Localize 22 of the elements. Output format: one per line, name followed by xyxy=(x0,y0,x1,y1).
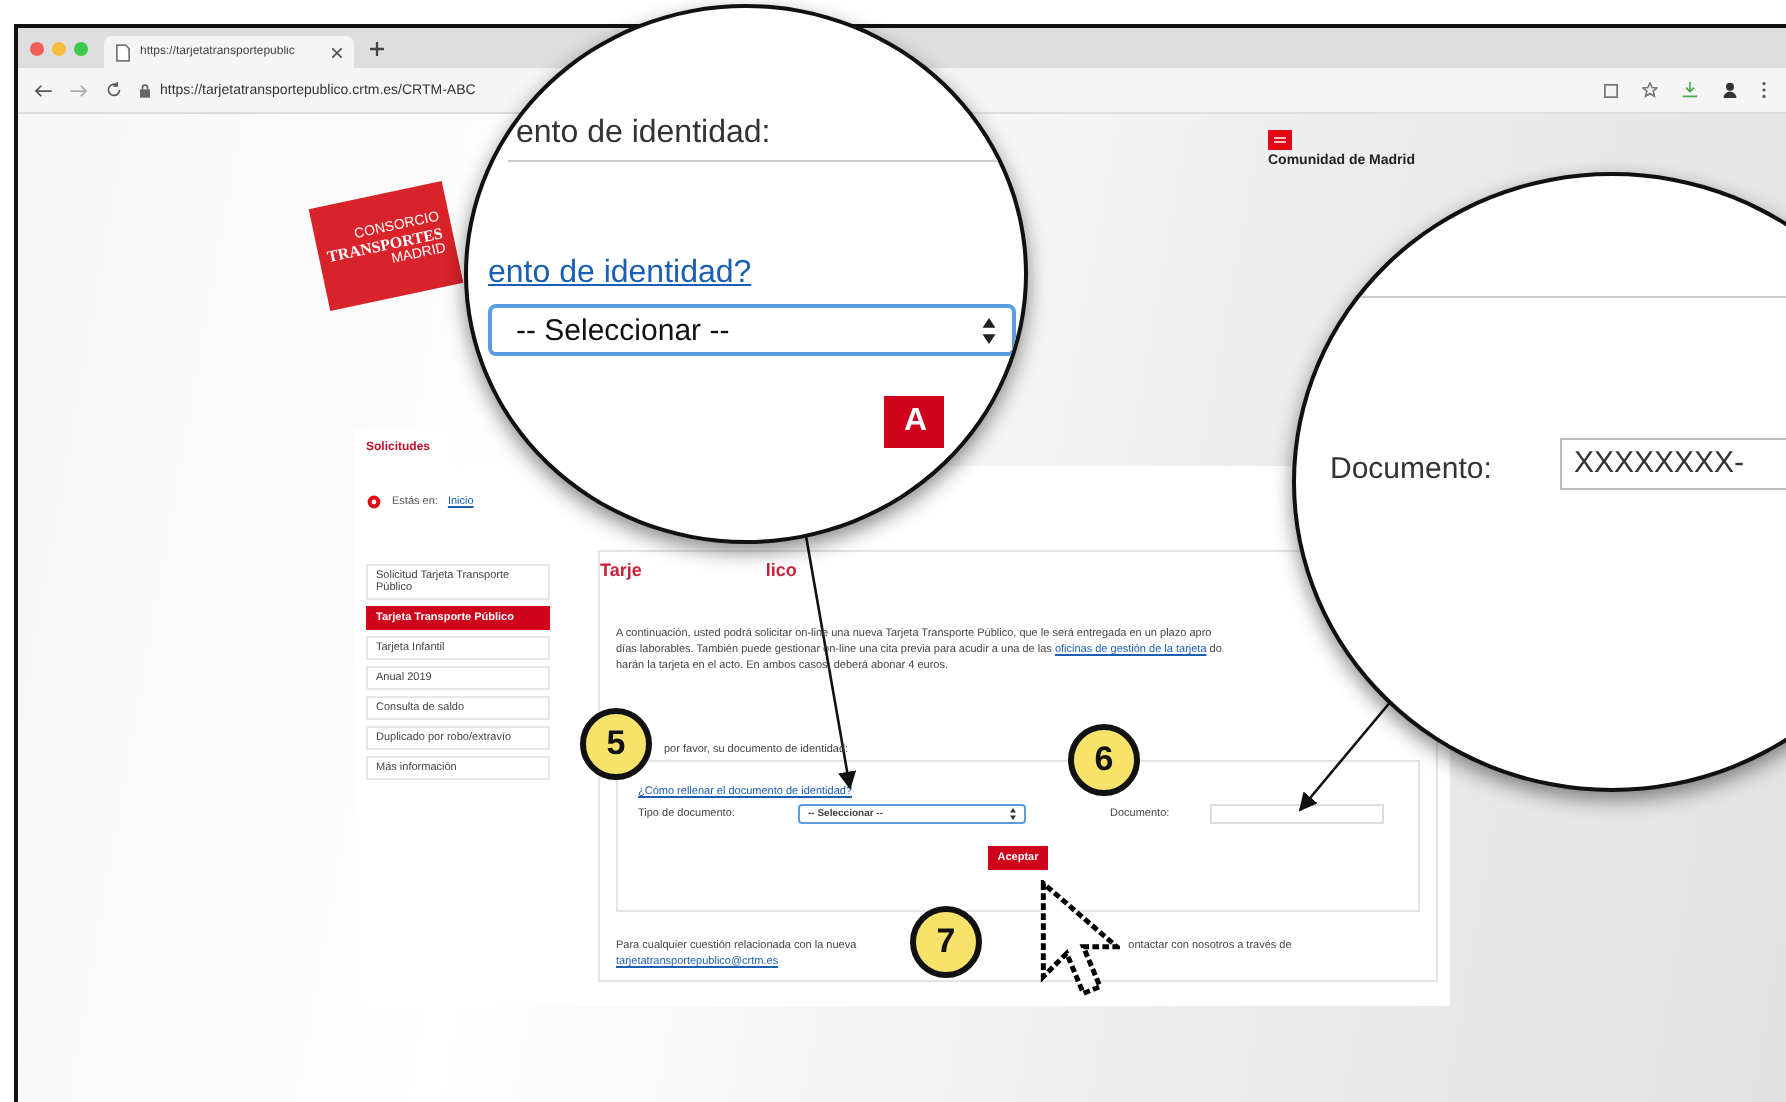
lock-icon xyxy=(140,83,150,97)
page-heading: Tarje xyxy=(600,560,642,580)
flag-icon xyxy=(1268,130,1292,150)
forward-arrow-icon[interactable] xyxy=(70,83,88,97)
updown-icon xyxy=(1010,808,1016,820)
back-arrow-icon[interactable] xyxy=(34,83,52,97)
page-heading: lico xyxy=(765,560,797,580)
reload-icon[interactable] xyxy=(106,82,122,98)
document-input[interactable] xyxy=(1210,804,1384,824)
close-window-icon[interactable] xyxy=(30,41,44,55)
location-marker-icon xyxy=(366,494,382,510)
updown-icon xyxy=(982,317,996,343)
page-icon xyxy=(116,43,130,61)
star-icon[interactable] xyxy=(1642,82,1658,98)
mouse-pointer-icon xyxy=(1040,880,1120,1000)
magnified-help-link[interactable]: ento de identidad? xyxy=(488,256,752,292)
new-tab-icon[interactable] xyxy=(370,41,384,55)
profile-icon[interactable] xyxy=(1722,82,1738,98)
magnified-label: ento de identidad: xyxy=(516,116,771,152)
magnified-label: Documento: xyxy=(1330,452,1492,486)
download-icon[interactable] xyxy=(1682,82,1698,98)
close-icon[interactable] xyxy=(332,47,342,57)
